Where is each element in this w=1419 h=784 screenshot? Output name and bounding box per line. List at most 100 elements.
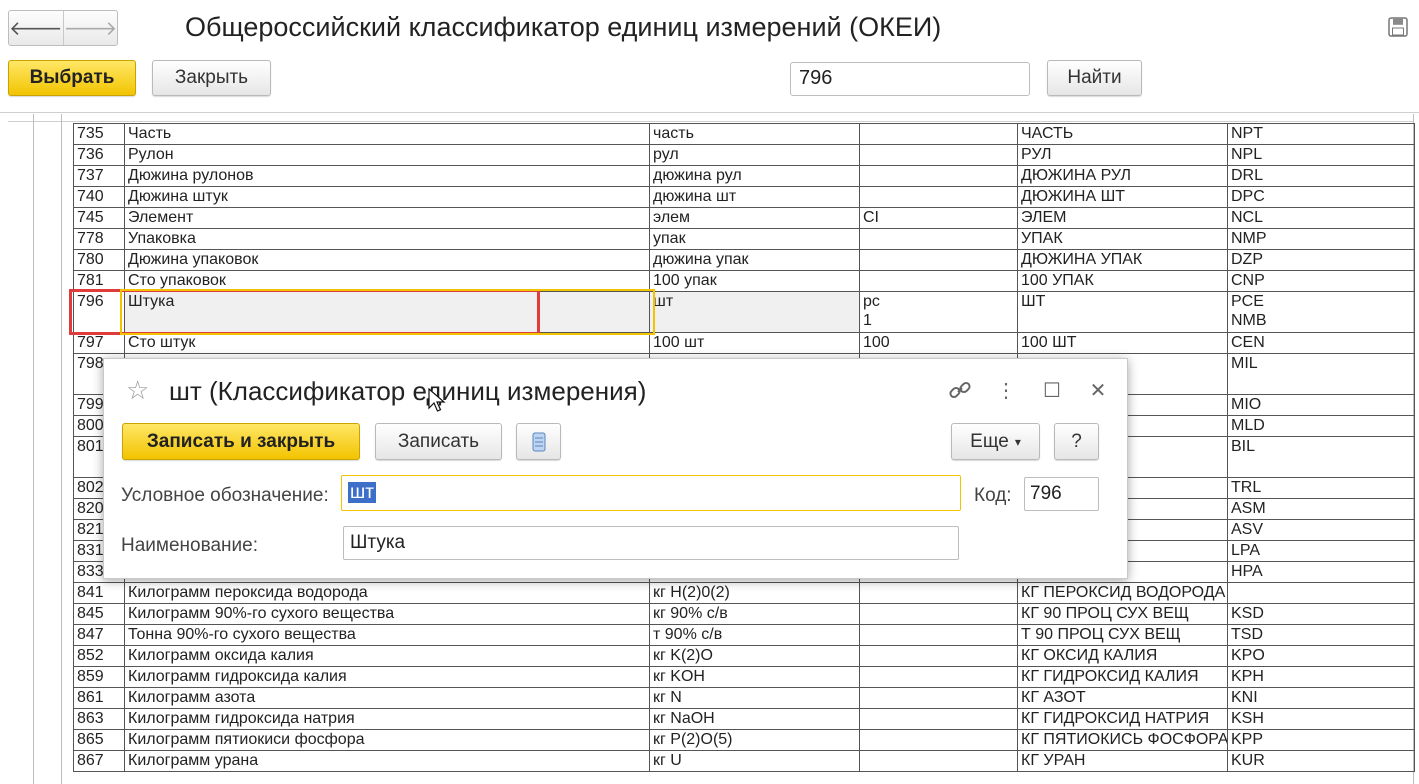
table-cell — [859, 687, 1018, 709]
close-icon[interactable]: ✕ — [1085, 377, 1111, 403]
table-cell: ASM — [1227, 498, 1415, 520]
select-button[interactable]: Выбрать — [8, 60, 136, 96]
forward-arrow-icon[interactable]: 🡒 — [62, 11, 117, 45]
table-cell: кг NaOH — [649, 708, 860, 730]
table-cell — [859, 582, 1018, 604]
table-cell: КГ ГИДРОКСИД НАТРИЯ — [1017, 708, 1228, 730]
table-cell: KNI — [1227, 687, 1415, 709]
table-cell: кг KOH — [649, 666, 860, 688]
table-cell: РУЛ — [1017, 144, 1228, 166]
save-button[interactable]: Записать — [375, 423, 502, 460]
table-cell — [859, 624, 1018, 646]
table-cell — [859, 270, 1018, 292]
table-cell: 859 — [73, 666, 125, 688]
report-button[interactable] — [516, 423, 561, 460]
table-cell: KPP — [1227, 729, 1415, 751]
table-cell: КГ ПЕРОКСИД ВОДОРОДА — [1017, 582, 1228, 604]
help-button[interactable]: ? — [1054, 423, 1099, 460]
save-and-close-button[interactable]: Записать и закрыть — [122, 423, 360, 460]
maximize-icon[interactable]: ☐ — [1039, 377, 1065, 403]
table-cell: Дюжина упаковок — [124, 249, 650, 271]
table-cell: Дюжина штук — [124, 186, 650, 208]
table-cell: ЭЛЕМ — [1017, 207, 1228, 229]
table-cell — [859, 645, 1018, 667]
table-cell: 852 — [73, 645, 125, 667]
table-cell — [859, 186, 1018, 208]
mouse-cursor-icon — [428, 388, 446, 412]
table-row: 797 Сто штук 100 шт 100 100 ШТ CEN — [73, 332, 1415, 354]
table-cell: Килограмм 90%-го сухого вещества — [124, 603, 650, 625]
table-cell — [859, 750, 1018, 772]
table-cell: 865 — [73, 729, 125, 751]
table-cell: 737 — [73, 165, 125, 187]
table-cell: ШТ — [1017, 291, 1228, 333]
code-field[interactable]: 796 — [1024, 477, 1099, 511]
symbol-label: Условное обозначение: — [121, 485, 329, 506]
star-icon[interactable]: ☆ — [126, 375, 149, 406]
table-cell: часть — [649, 123, 860, 145]
close-button[interactable]: Закрыть — [152, 60, 271, 96]
save-icon[interactable] — [1388, 17, 1408, 37]
symbol-field[interactable]: шт — [341, 475, 961, 511]
table-cell: KSD — [1227, 603, 1415, 625]
table-cell — [859, 123, 1018, 145]
table-cell — [859, 228, 1018, 250]
table-cell — [859, 666, 1018, 688]
table-cell: кг H(2)0(2) — [649, 582, 860, 604]
table-cell: шт — [649, 291, 860, 333]
table-cell: Дюжина рулонов — [124, 165, 650, 187]
table-row: 841 Килограмм пероксида водорода кг H(2)0(… — [73, 582, 1415, 604]
table-row: 859 Килограмм гидроксида калия кг KOH КГ ГИ… — [73, 666, 1415, 688]
table-cell: NMP — [1227, 228, 1415, 250]
table-cell — [1227, 582, 1415, 604]
back-arrow-icon[interactable]: 🡐 — [9, 11, 63, 45]
table-row: 778 Упаковка упак УПАК NMP — [73, 228, 1415, 250]
table-cell — [859, 165, 1018, 187]
table-cell: NCL — [1227, 207, 1415, 229]
table-cell: ДЮЖИНА УПАК — [1017, 249, 1228, 271]
table-cell: кг K(2)O — [649, 645, 860, 667]
more-vertical-icon[interactable]: ⋮ — [993, 377, 1019, 403]
table-cell: 797 — [73, 332, 125, 354]
table-row: 780 Дюжина упаковок дюжина упак ДЮЖИНА УПАК… — [73, 249, 1415, 271]
table-cell: Килограмм оксида калия — [124, 645, 650, 667]
table-row: 847 Тонна 90%-го сухого вещества т 90% с/в… — [73, 624, 1415, 646]
table-cell: 100 шт — [649, 332, 860, 354]
table-row: 867 Килограмм урана кг U КГ УРАН KUR — [73, 750, 1415, 772]
name-field[interactable]: Штука — [343, 526, 959, 560]
table-cell: кг N — [649, 687, 860, 709]
table-cell: т 90% с/в — [649, 624, 860, 646]
more-menu-button[interactable]: Еще ▾ — [951, 423, 1040, 460]
table-cell: КГ ГИДРОКСИД КАЛИЯ — [1017, 666, 1228, 688]
table-cell — [859, 249, 1018, 271]
table-cell: элем — [649, 207, 860, 229]
table-cell: КГ ПЯТИОКИСЬ ФОСФОРА — [1017, 729, 1228, 751]
table-cell: 847 — [73, 624, 125, 646]
search-input[interactable]: 796 — [790, 62, 1030, 96]
table-cell: NPT — [1227, 123, 1415, 145]
document-top-strip — [8, 114, 1413, 122]
table-cell: MLD — [1227, 415, 1415, 437]
table-cell: КГ АЗОТ — [1017, 687, 1228, 709]
table-cell: Килограмм урана — [124, 750, 650, 772]
table-cell: 740 — [73, 186, 125, 208]
table-cell — [859, 144, 1018, 166]
table-row: 861 Килограмм азота кг N КГ АЗОТ KNI — [73, 687, 1415, 709]
table-cell: DZP — [1227, 249, 1415, 271]
table-cell: 735 — [73, 123, 125, 145]
table-cell: pc 1 — [859, 291, 1018, 333]
table-cell: ASV — [1227, 519, 1415, 541]
table-cell: КГ УРАН — [1017, 750, 1228, 772]
code-label: Код: — [974, 485, 1012, 506]
symbol-value: шт — [348, 482, 376, 503]
table-cell: кг 90% с/в — [649, 603, 860, 625]
table-cell: 745 — [73, 207, 125, 229]
table-row: 852 Килограмм оксида калия кг K(2)O КГ ОКСИ… — [73, 645, 1415, 667]
table-cell: Часть — [124, 123, 650, 145]
find-button[interactable]: Найти — [1047, 60, 1142, 96]
table-cell: КГ 90 ПРОЦ СУХ ВЕЩ — [1017, 603, 1228, 625]
link-icon[interactable] — [947, 377, 973, 403]
table-cell: 861 — [73, 687, 125, 709]
table-cell: ДЮЖИНА РУЛ — [1017, 165, 1228, 187]
table-row: 865 Килограмм пятиокиси фосфора кг P(2)O(5… — [73, 729, 1415, 751]
